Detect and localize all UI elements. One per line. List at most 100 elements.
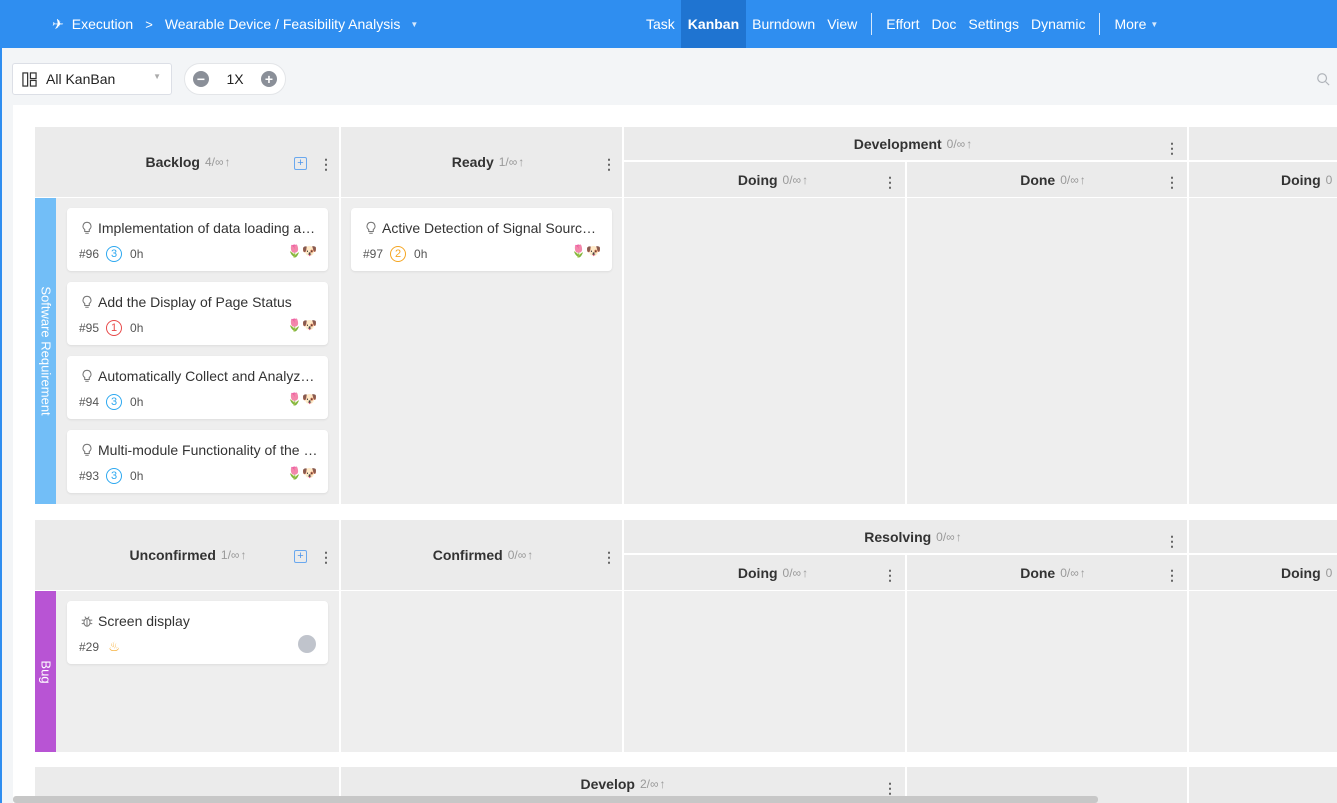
story-card[interactable]: Implementation of data loading and stora… (67, 208, 328, 271)
tab-task[interactable]: Task (640, 0, 681, 48)
column-name: Confirmed (432, 547, 503, 563)
vertical-ellipsis-icon[interactable]: ⋮ (319, 157, 333, 171)
tab-view[interactable]: View (821, 0, 863, 48)
tab-doc[interactable]: Doc (925, 0, 962, 48)
card-title-text: Add the Display of Page Status (98, 294, 292, 310)
column-body-res-doing (624, 591, 905, 752)
arrow-up-icon: ↑ (802, 172, 809, 187)
card-id: #96 (79, 247, 100, 261)
chevron-down-icon: ▼ (153, 72, 161, 81)
card-meta: #93 3 0h (79, 468, 143, 484)
card-meta: #96 3 0h (79, 246, 143, 262)
zoom-control: − 1X + (184, 63, 286, 95)
column-header-resolving: Resolving 0/∞ ↑ (773, 520, 1053, 554)
kanban-select[interactable]: All KanBan ▼ (12, 63, 172, 95)
assignee-avatar[interactable]: 🌷🐶 (287, 466, 317, 480)
column-name: Unconfirmed (129, 547, 216, 563)
column-header-dev-doing: Doing 0/∞ ↑ (703, 162, 843, 197)
story-card[interactable]: Automatically Collect and Analyze Data #… (67, 356, 328, 419)
lightbulb-icon (82, 221, 92, 234)
column-divider (622, 127, 624, 197)
add-card-icon[interactable]: + (294, 157, 307, 170)
column-body-dev-done (907, 198, 1187, 504)
zoom-out-button[interactable]: − (193, 71, 209, 87)
card-title: Implementation of data loading and stora… (80, 220, 318, 236)
arrow-up-icon: ↑ (1079, 565, 1086, 580)
vertical-ellipsis-icon[interactable]: ⋮ (883, 781, 897, 795)
search-icon[interactable] (1316, 72, 1330, 86)
tab-dynamic[interactable]: Dynamic (1025, 0, 1091, 48)
vertical-ellipsis-icon[interactable]: ⋮ (319, 550, 333, 564)
nav-divider (871, 13, 873, 35)
card-id: #95 (79, 321, 100, 335)
bug-card[interactable]: Screen display #29 ♨ (67, 601, 328, 664)
priority-badge: 3 (106, 246, 123, 262)
chevron-down-icon: ▼ (410, 19, 419, 29)
column-name: Resolving (864, 529, 932, 545)
column-header-backlog: Backlog 4/∞ ↑ (113, 127, 263, 197)
wip-count: 1/∞ (220, 548, 240, 562)
vertical-ellipsis-icon[interactable]: ⋮ (602, 157, 616, 171)
story-card[interactable]: Multi-module Functionality of the Device… (67, 430, 328, 493)
tab-more-label: More (1114, 16, 1147, 32)
card-title: Add the Display of Page Status (80, 294, 318, 310)
assignee-avatar[interactable]: 🌷🐶 (287, 392, 317, 406)
wip-count: 0/∞ (782, 172, 802, 187)
unassigned-avatar[interactable] (298, 635, 316, 653)
zoom-in-button[interactable]: + (261, 71, 277, 87)
breadcrumb-execution[interactable]: Execution (72, 16, 133, 32)
story-card[interactable]: Active Detection of Signal Source Locati… (351, 208, 612, 271)
wip-count: 0/∞ (1060, 565, 1079, 580)
column-header-development: Development 0/∞ ↑ (773, 127, 1053, 161)
card-title-text: Multi-module Functionality of the Device (98, 442, 318, 458)
vertical-ellipsis-icon[interactable]: ⋮ (883, 175, 897, 189)
nav-divider (1099, 13, 1101, 35)
column-header-next-doing: Doing 0 (1281, 555, 1337, 590)
tab-burndown[interactable]: Burndown (746, 0, 821, 48)
add-card-icon[interactable]: + (294, 550, 307, 563)
tab-kanban[interactable]: Kanban (680, 0, 747, 48)
assignee-avatar[interactable]: 🌷🐶 (287, 244, 317, 258)
assignee-avatar[interactable]: 🌷🐶 (287, 318, 317, 332)
priority-badge: 3 (106, 394, 123, 410)
column-name: Done (1020, 564, 1056, 581)
card-title: Screen display (80, 613, 318, 629)
assignee-avatar[interactable]: 🌷🐶 (571, 244, 601, 258)
left-edge (0, 48, 2, 803)
zoom-level: 1X (226, 71, 244, 87)
tab-settings[interactable]: Settings (962, 0, 1025, 48)
swimlane-label: Software Requirement (38, 286, 53, 416)
vertical-ellipsis-icon[interactable]: ⋮ (1165, 175, 1179, 189)
column-divider (905, 161, 907, 197)
vertical-ellipsis-icon[interactable]: ⋮ (602, 550, 616, 564)
story-card[interactable]: Add the Display of Page Status #95 1 0h 🌷🐶 (67, 282, 328, 345)
swimlane-software-requirement[interactable]: Software Requirement (35, 198, 56, 504)
wip-count: 0 (1325, 565, 1333, 580)
column-divider (1187, 127, 1189, 197)
swimlane-label: Bug (38, 659, 53, 684)
chevron-down-icon: ▼ (1150, 19, 1159, 29)
column-body-confirmed (341, 591, 622, 752)
vertical-ellipsis-icon[interactable]: ⋮ (1165, 534, 1179, 548)
column-divider (339, 127, 341, 197)
project-switcher[interactable]: Wearable Device / Feasibility Analysis (165, 16, 401, 32)
tab-more[interactable]: More ▼ (1108, 0, 1164, 48)
card-hours: 0h (130, 469, 144, 483)
wip-count: 0 (1325, 172, 1333, 187)
wip-count: 2/∞ (639, 777, 659, 791)
vertical-ellipsis-icon[interactable]: ⋮ (1165, 141, 1179, 155)
arrow-up-icon: ↑ (802, 565, 809, 580)
bug-icon (81, 616, 93, 627)
swimlane-bug[interactable]: Bug (35, 591, 56, 752)
column-header-res-doing: Doing 0/∞ ↑ (703, 555, 843, 590)
column-divider (1187, 767, 1189, 803)
arrow-up-icon: ↑ (1079, 172, 1086, 187)
column-name: Doing (737, 564, 778, 581)
vertical-ellipsis-icon[interactable]: ⋮ (883, 568, 897, 582)
vertical-ellipsis-icon[interactable]: ⋮ (1165, 568, 1179, 582)
card-hours: 0h (130, 395, 144, 409)
horizontal-scrollbar[interactable] (13, 796, 1098, 803)
column-body-next-doing (1189, 591, 1337, 752)
column-header-res-done: Done 0/∞ ↑ (983, 555, 1123, 590)
tab-effort[interactable]: Effort (880, 0, 925, 48)
